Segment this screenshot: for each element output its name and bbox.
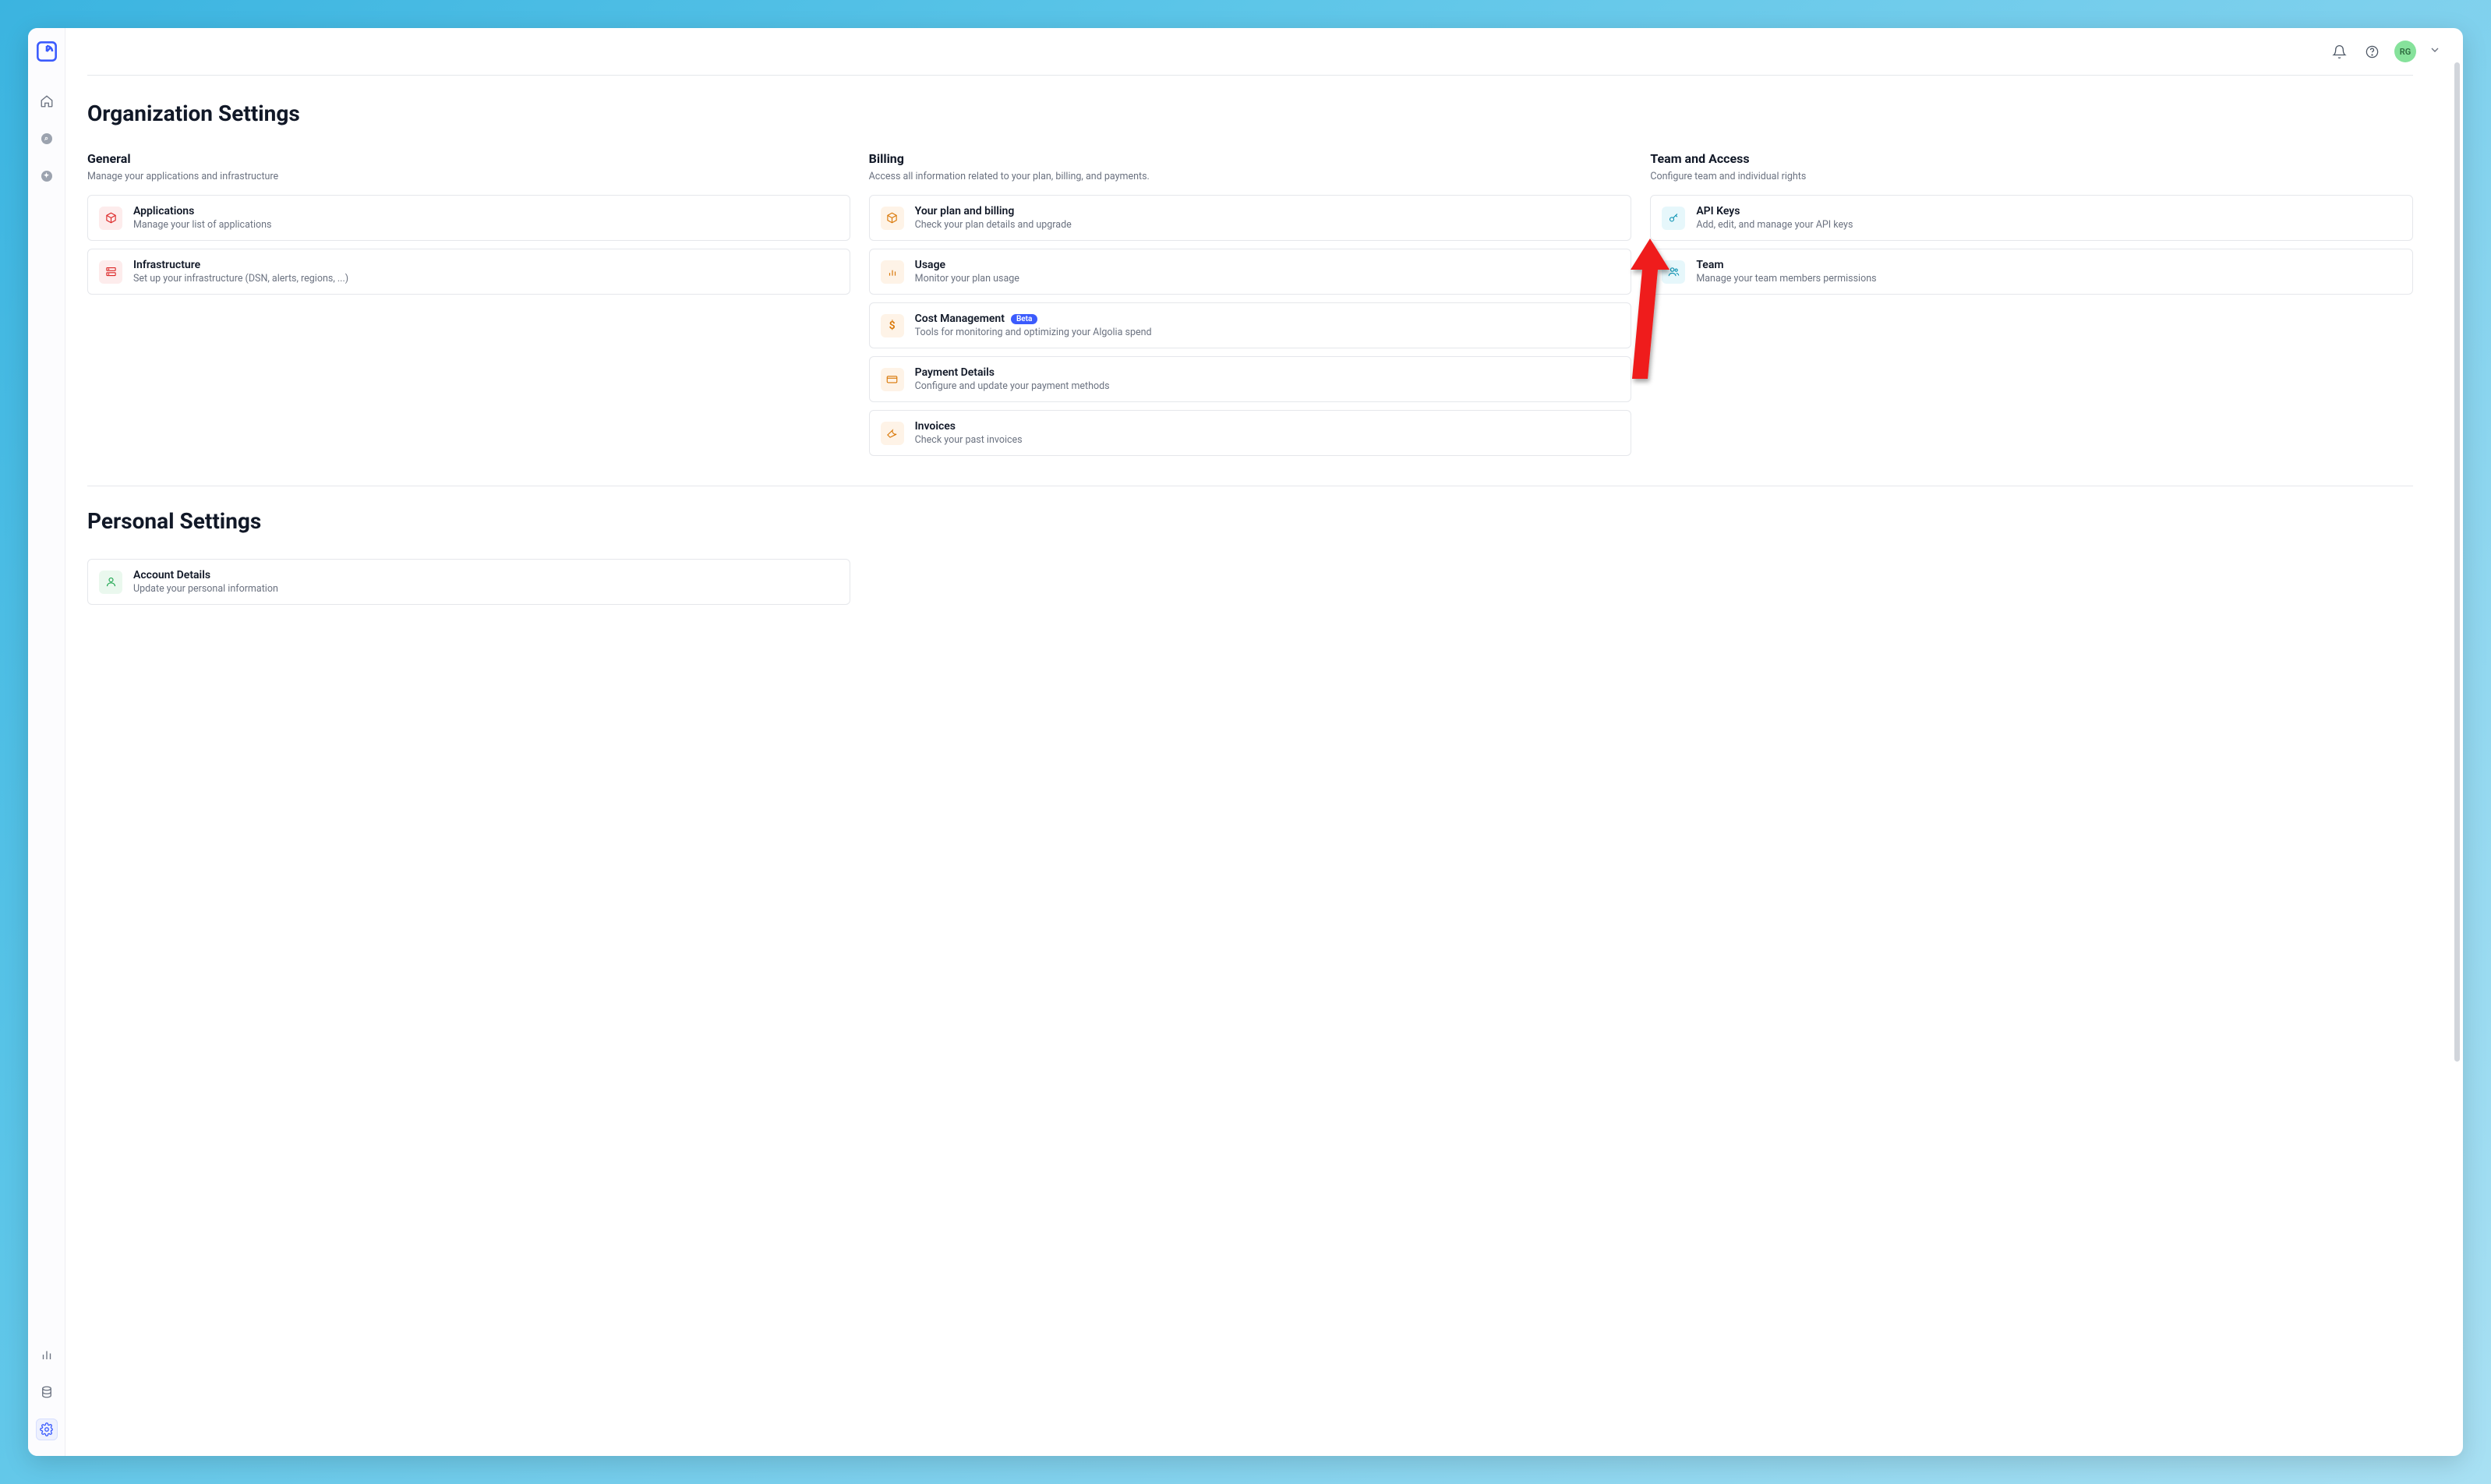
cost-management-card[interactable]: $ Cost Management Beta Tools for monitor… xyxy=(869,302,1632,348)
api-keys-card[interactable]: API Keys Add, edit, and manage your API … xyxy=(1650,195,2413,241)
avatar[interactable]: RG xyxy=(2394,41,2416,62)
personal-grid: Account Details Update your personal inf… xyxy=(87,559,2413,613)
home-icon[interactable] xyxy=(36,90,58,112)
card-title: Payment Details xyxy=(915,366,1620,379)
settings-gear-icon[interactable] xyxy=(36,1419,58,1440)
team-column: Team and Access Configure team and indiv… xyxy=(1650,151,2413,464)
card-title: Your plan and billing xyxy=(915,205,1620,217)
beta-badge: Beta xyxy=(1011,314,1037,324)
sidebar: ⌕ ✦ xyxy=(28,28,65,1456)
sidebar-pin2-icon[interactable]: ✦ xyxy=(36,165,58,187)
content-scroll: Organization Settings General Manage you… xyxy=(65,75,2463,1456)
plan-icon xyxy=(881,207,904,230)
card-title: Infrastructure xyxy=(133,259,839,271)
chevron-down-icon[interactable] xyxy=(2429,44,2441,59)
usage-card[interactable]: Usage Monitor your plan usage xyxy=(869,249,1632,295)
card-desc: Configure and update your payment method… xyxy=(915,380,1620,392)
usage-icon xyxy=(881,260,904,284)
billing-column: Billing Access all information related t… xyxy=(869,151,1632,464)
personal-title: Personal Settings xyxy=(87,508,2413,534)
card-title: Account Details xyxy=(133,569,839,581)
card-title-text: Cost Management xyxy=(915,313,1005,325)
app-window: ⌕ ✦ RG xyxy=(28,28,2463,1456)
topbar: RG xyxy=(65,28,2463,75)
page-title: Organization Settings xyxy=(87,101,2413,126)
card-title: API Keys xyxy=(1696,205,2401,217)
main-area: RG Organization Settings General Manage … xyxy=(65,28,2463,1456)
card-title: Team xyxy=(1696,259,2401,271)
team-heading: Team and Access xyxy=(1650,151,2413,166)
settings-columns: General Manage your applications and inf… xyxy=(87,151,2413,464)
card-desc: Tools for monitoring and optimizing your… xyxy=(915,327,1620,338)
card-desc: Manage your list of applications xyxy=(133,219,839,231)
card-desc: Check your plan details and upgrade xyxy=(915,219,1620,231)
account-details-card[interactable]: Account Details Update your personal inf… xyxy=(87,559,850,605)
general-heading: General xyxy=(87,151,850,166)
infrastructure-card[interactable]: Infrastructure Set up your infrastructur… xyxy=(87,249,850,295)
card-desc: Check your past invoices xyxy=(915,434,1620,446)
team-card[interactable]: Team Manage your team members permission… xyxy=(1650,249,2413,295)
bell-icon[interactable] xyxy=(2329,41,2349,62)
card-desc: Update your personal information xyxy=(133,583,839,595)
card-title: Usage xyxy=(915,259,1620,271)
sidebar-pin1-icon[interactable]: ⌕ xyxy=(36,128,58,150)
card-desc: Manage your team members permissions xyxy=(1696,273,2401,284)
analytics-icon[interactable] xyxy=(36,1344,58,1366)
card-desc: Monitor your plan usage xyxy=(915,273,1620,284)
card-desc: Set up your infrastructure (DSN, alerts,… xyxy=(133,273,839,284)
scrollbar[interactable] xyxy=(2454,62,2460,1062)
database-icon[interactable] xyxy=(36,1381,58,1403)
team-icon xyxy=(1662,260,1685,284)
card-title: Applications xyxy=(133,205,839,217)
algolia-logo-icon[interactable] xyxy=(36,41,58,62)
account-icon xyxy=(99,571,122,594)
invoices-card[interactable]: Invoices Check your past invoices xyxy=(869,410,1632,456)
top-divider xyxy=(87,75,2413,76)
card-title: Invoices xyxy=(915,420,1620,433)
card-title: Cost Management Beta xyxy=(915,313,1620,325)
team-subtitle: Configure team and individual rights xyxy=(1650,171,2413,182)
general-subtitle: Manage your applications and infrastruct… xyxy=(87,171,850,182)
card-desc: Add, edit, and manage your API keys xyxy=(1696,219,2401,231)
payment-details-card[interactable]: Payment Details Configure and update you… xyxy=(869,356,1632,402)
help-icon[interactable] xyxy=(2362,41,2382,62)
cost-icon: $ xyxy=(881,314,904,337)
key-icon xyxy=(1662,207,1685,230)
invoices-icon xyxy=(881,422,904,445)
applications-icon xyxy=(99,207,122,230)
applications-card[interactable]: Applications Manage your list of applica… xyxy=(87,195,850,241)
billing-subtitle: Access all information related to your p… xyxy=(869,171,1632,182)
billing-heading: Billing xyxy=(869,151,1632,166)
infrastructure-icon xyxy=(99,260,122,284)
payment-icon xyxy=(881,368,904,391)
plan-billing-card[interactable]: Your plan and billing Check your plan de… xyxy=(869,195,1632,241)
general-column: General Manage your applications and inf… xyxy=(87,151,850,464)
